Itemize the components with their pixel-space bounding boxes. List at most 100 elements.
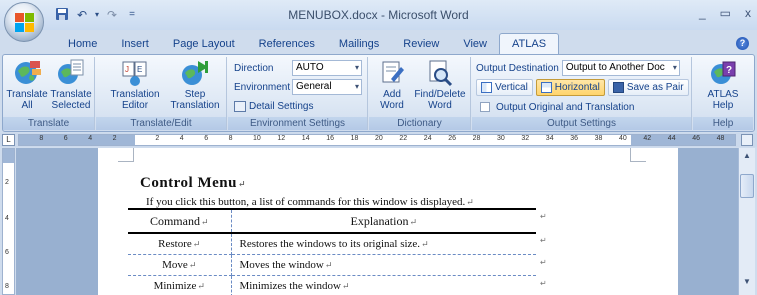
chevron-down-icon: ▾ bbox=[354, 82, 359, 91]
output-settings-group-label: Output Settings bbox=[472, 117, 691, 130]
direction-value: AUTO bbox=[296, 62, 324, 73]
ruler-number: 4 bbox=[88, 135, 93, 142]
direction-label: Direction bbox=[234, 62, 274, 74]
scroll-up-icon[interactable]: ▲ bbox=[740, 149, 754, 163]
direction-select[interactable]: AUTO ▾ bbox=[292, 60, 362, 76]
tab-home[interactable]: Home bbox=[56, 34, 109, 54]
atlas-help-icon: ? bbox=[708, 59, 738, 87]
output-original-checkbox[interactable] bbox=[480, 102, 490, 112]
maximize-button[interactable]: ▭ bbox=[720, 6, 731, 20]
help-group-label: Help bbox=[693, 117, 753, 130]
atlas-help-label-2: Help bbox=[712, 100, 734, 111]
ruler-number: 38 bbox=[594, 135, 603, 142]
translate-all-label-2: All bbox=[21, 100, 33, 111]
add-word-icon bbox=[377, 59, 407, 87]
tab-review[interactable]: Review bbox=[391, 34, 451, 54]
step-translation-label-2: Translation bbox=[170, 100, 220, 111]
translate-selected-button[interactable]: Translate Selected bbox=[49, 59, 93, 111]
document-heading: Control Menu↵ bbox=[140, 175, 247, 191]
table-cell: Restores the windows to its original siz… bbox=[231, 233, 536, 255]
translate-edit-group: JE Translation Editor Step Translation T… bbox=[96, 57, 227, 130]
environment-select[interactable]: General ▾ bbox=[292, 79, 362, 95]
translate-group: Translate All Translate Selected Transla… bbox=[3, 57, 95, 130]
vertical-ruler[interactable]: 2 4 6 8 bbox=[2, 148, 15, 295]
view-ruler-toggle[interactable] bbox=[741, 134, 753, 146]
vertical-scrollbar[interactable]: ▲ ▼ bbox=[738, 148, 755, 295]
tab-mailings[interactable]: Mailings bbox=[327, 34, 391, 54]
close-button[interactable]: x bbox=[745, 6, 751, 20]
save-as-pair-button[interactable]: Save as Pair bbox=[607, 78, 689, 96]
translate-selected-label-1: Translate bbox=[50, 89, 92, 100]
horizontal-layout-icon bbox=[540, 81, 552, 93]
ruler-number: 16 bbox=[326, 135, 334, 142]
add-word-label-1: Add bbox=[383, 89, 401, 100]
step-translation-label-1: Step bbox=[184, 89, 206, 100]
output-destination-value: Output to Another Doc bbox=[565, 62, 665, 73]
environment-settings-group-label: Environment Settings bbox=[228, 117, 367, 130]
globe-translate-icon bbox=[12, 59, 42, 87]
vruler-number: 6 bbox=[5, 249, 9, 256]
vertical-button[interactable]: Vertical bbox=[476, 78, 533, 96]
find-delete-label-2: Word bbox=[428, 100, 452, 111]
ruler-number: 42 bbox=[643, 135, 652, 142]
step-translation-button[interactable]: Step Translation bbox=[166, 59, 224, 111]
page[interactable]: Control Menu↵ If you click this button, … bbox=[98, 148, 678, 295]
office-button[interactable] bbox=[4, 2, 44, 42]
table-cell: Minimizes the window↵ bbox=[231, 275, 536, 295]
table-row: Minimize↵ Minimizes the window↵ bbox=[128, 275, 536, 295]
translate-all-button[interactable]: Translate All bbox=[5, 59, 49, 111]
table-row: Restore↵ Restores the windows to its ori… bbox=[128, 233, 536, 255]
tab-insert[interactable]: Insert bbox=[109, 34, 161, 54]
add-word-label-2: Word bbox=[380, 100, 404, 111]
atlas-help-button[interactable]: ? ATLAS Help bbox=[703, 59, 743, 111]
translate-group-label: Translate bbox=[3, 117, 94, 130]
help-group: ? ATLAS Help Help bbox=[693, 57, 753, 130]
document-table: Command↵ Explanation↵ Restore↵ Restores … bbox=[128, 208, 536, 295]
row-end-mark: ↵ bbox=[540, 236, 547, 245]
ruler-number: 44 bbox=[667, 135, 676, 142]
ruler-number: 48 bbox=[716, 135, 725, 142]
dictionary-group-label: Dictionary bbox=[369, 117, 470, 130]
output-destination-select[interactable]: Output to Another Doc ▾ bbox=[561, 60, 680, 76]
tab-view[interactable]: View bbox=[451, 34, 499, 54]
document-area[interactable]: Control Menu↵ If you click this button, … bbox=[16, 148, 738, 295]
translate-edit-group-label: Translate/Edit bbox=[96, 117, 226, 130]
ruler-number: 30 bbox=[497, 135, 505, 142]
scroll-thumb[interactable] bbox=[740, 174, 754, 198]
table-header-row: Command↵ Explanation↵ bbox=[128, 208, 536, 234]
output-original-row[interactable]: Output Original and Translation bbox=[480, 99, 634, 115]
translation-editor-label-1: Translation bbox=[110, 89, 160, 100]
ruler-number: 20 bbox=[375, 135, 383, 142]
add-word-button[interactable]: Add Word bbox=[373, 59, 411, 111]
tab-page-layout[interactable]: Page Layout bbox=[161, 34, 247, 54]
chevron-down-icon: ▾ bbox=[672, 63, 677, 72]
minimize-button[interactable]: _ bbox=[699, 6, 706, 20]
ruler-strip[interactable]: 8 6 4 2 2 4 6 8 10 12 14 16 18 20 22 24 26 28 30 32 34 36 38 40… bbox=[18, 134, 736, 146]
detail-settings-button[interactable]: Detail Settings bbox=[234, 98, 313, 114]
save-pair-icon bbox=[612, 81, 624, 93]
ruler-number: 32 bbox=[521, 135, 530, 142]
scroll-down-icon[interactable]: ▼ bbox=[740, 275, 754, 289]
translate-selected-label-2: Selected bbox=[51, 100, 91, 111]
help-icon[interactable]: ? bbox=[736, 37, 749, 50]
find-delete-word-button[interactable]: Find/Delete Word bbox=[411, 59, 469, 111]
table-header-command: Command↵ bbox=[128, 208, 232, 234]
title-bar: ↶ ▾ ↷ = MENUBOX.docx - Microsoft Word _ … bbox=[0, 0, 757, 30]
tab-selector[interactable]: L bbox=[2, 134, 15, 146]
horizontal-button[interactable]: Horizontal bbox=[535, 78, 605, 96]
ruler-number: 6 bbox=[204, 135, 209, 142]
translation-editor-button[interactable]: JE Translation Editor bbox=[110, 59, 160, 111]
tab-atlas[interactable]: ATLAS bbox=[499, 33, 560, 54]
tab-references[interactable]: References bbox=[247, 34, 327, 54]
ruler-number: 26 bbox=[448, 135, 456, 142]
office-logo-icon bbox=[15, 13, 35, 33]
ruler-number: 34 bbox=[545, 135, 554, 142]
ruler-number: 4 bbox=[179, 135, 184, 142]
table-row: Move↵ Moves the window↵ bbox=[128, 254, 536, 276]
ruler-number: 40 bbox=[619, 135, 627, 142]
environment-settings-group: Direction AUTO ▾ Environment General ▾ D… bbox=[228, 57, 368, 130]
dictionary-group: Add Word Find/Delete Word Dictionary bbox=[369, 57, 471, 130]
detail-settings-icon bbox=[234, 100, 246, 112]
horizontal-label: Horizontal bbox=[554, 81, 600, 93]
translation-editor-icon: JE bbox=[120, 59, 150, 87]
